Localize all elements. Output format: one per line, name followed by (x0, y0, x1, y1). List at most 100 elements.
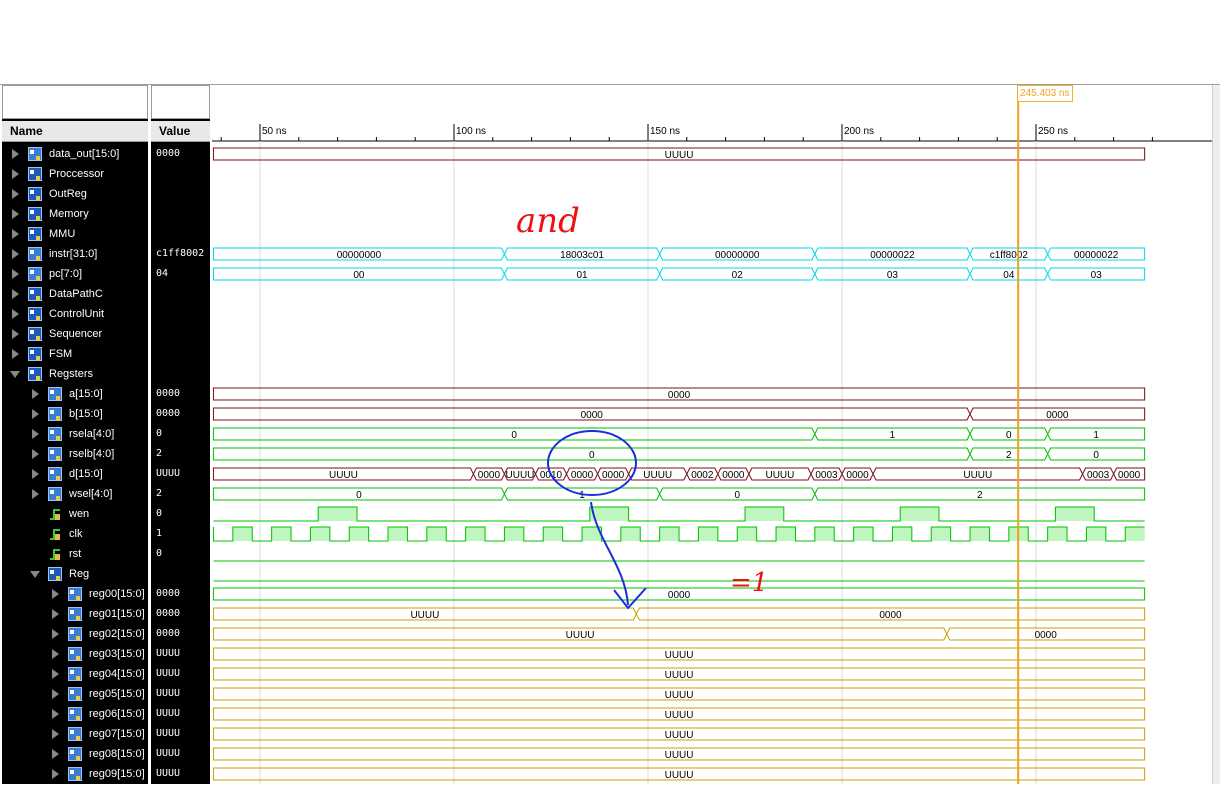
name-column-header[interactable]: Name (2, 121, 148, 142)
value-column-header[interactable]: Value (151, 121, 210, 142)
signal-name[interactable]: Proccessor (49, 164, 104, 184)
clk-high-fill (737, 527, 757, 541)
bus-value-label: 00 (353, 270, 365, 281)
clk-high-fill (426, 527, 447, 541)
expand-arrow-icon[interactable] (32, 469, 39, 479)
expand-arrow-icon[interactable] (32, 449, 39, 459)
clk-high-fill (271, 527, 292, 541)
signal-name[interactable]: FSM (49, 344, 72, 364)
clk-high-fill (1086, 527, 1106, 541)
signal-name[interactable]: a[15:0] (69, 384, 103, 404)
expand-arrow-icon[interactable] (12, 269, 19, 279)
signal-name[interactable]: instr[31:0] (49, 244, 97, 264)
signal-name[interactable]: reg06[15:0] (89, 704, 145, 724)
signal-name[interactable]: MMU (49, 224, 75, 244)
expand-arrow-icon[interactable] (12, 309, 19, 319)
ruler-tick-label: 50 ns (262, 126, 286, 137)
cursor-time-label[interactable]: 245.403 ns (1017, 85, 1073, 102)
expand-arrow-icon[interactable] (12, 329, 19, 339)
signal-name[interactable]: ControlUnit (49, 304, 104, 324)
vertical-scrollbar[interactable] (1212, 85, 1220, 784)
expand-arrow-icon[interactable] (32, 409, 39, 419)
signal-name[interactable]: reg02[15:0] (89, 624, 145, 644)
signal-name[interactable]: data_out[15:0] (49, 144, 119, 164)
expand-arrow-icon[interactable] (52, 769, 59, 779)
signal-name-panel[interactable]: Name data_out[15:0] Proccessor OutReg Memor… (2, 85, 148, 784)
signal-name[interactable]: rsela[4:0] (69, 424, 114, 444)
expand-arrow-icon[interactable] (52, 749, 59, 759)
clk-high-fill (931, 527, 951, 541)
signal-name[interactable]: b[15:0] (69, 404, 103, 424)
expand-arrow-icon[interactable] (12, 169, 19, 179)
signal-value: UUUU (156, 468, 181, 479)
signal-name[interactable]: wen (69, 504, 89, 524)
bus-value-label: 03 (887, 270, 899, 281)
expand-arrow-icon[interactable] (52, 689, 59, 699)
expand-arrow-icon[interactable] (52, 629, 59, 639)
bus-value-label: 0 (589, 450, 595, 461)
signal-name[interactable]: reg01[15:0] (89, 604, 145, 624)
signal-name[interactable]: clk (69, 524, 82, 544)
collapse-arrow-icon[interactable] (30, 571, 40, 578)
expand-arrow-icon[interactable] (52, 609, 59, 619)
bus-value-label: 0 (511, 430, 517, 441)
collapse-arrow-icon[interactable] (10, 371, 20, 378)
signal-name[interactable]: rselb[4:0] (69, 444, 114, 464)
signal-name[interactable]: reg04[15:0] (89, 664, 145, 684)
expand-arrow-icon[interactable] (32, 489, 39, 499)
signal-name[interactable]: d[15:0] (69, 464, 103, 484)
signal-value: 0000 (156, 388, 181, 399)
bus-value-label: 00000000 (337, 250, 382, 261)
signal-name[interactable]: Regsters (49, 364, 93, 384)
signal-value: 1 (156, 528, 163, 539)
expand-arrow-icon[interactable] (12, 249, 19, 259)
bus-value-label: 0000 (478, 470, 501, 481)
signal-value: 04 (156, 268, 169, 279)
signal-name[interactable]: reg08[15:0] (89, 744, 145, 764)
expand-arrow-icon[interactable] (52, 589, 59, 599)
bus-value-label: 0 (734, 490, 740, 501)
group-icon (48, 567, 62, 581)
signal-name[interactable]: Memory (49, 204, 89, 224)
wen-high-fill (745, 507, 784, 521)
signal-name[interactable]: rst (69, 544, 81, 564)
expand-arrow-icon[interactable] (32, 389, 39, 399)
signal-name[interactable]: reg03[15:0] (89, 644, 145, 664)
waveform-pane[interactable]: 50 ns 100 ns 150 ns 200 ns 250 ns UUUU 0000000… (212, 85, 1212, 784)
bus-icon (68, 587, 82, 601)
bus-value-label: 18003c01 (560, 250, 604, 261)
signal-value: 0000 (156, 628, 181, 639)
expand-arrow-icon[interactable] (52, 709, 59, 719)
bus-value-label: UUUU (665, 690, 694, 701)
signal-name[interactable]: wsel[4:0] (69, 484, 112, 504)
expand-arrow-icon[interactable] (12, 189, 19, 199)
clk-high-fill (698, 527, 718, 541)
signal-name[interactable]: reg07[15:0] (89, 724, 145, 744)
expand-arrow-icon[interactable] (12, 289, 19, 299)
signal-name[interactable]: OutReg (49, 184, 87, 204)
waveform-canvas[interactable]: 50 ns 100 ns 150 ns 200 ns 250 nsUUUU0000000… (212, 85, 1212, 784)
signal-name[interactable]: reg09[15:0] (89, 764, 145, 784)
expand-arrow-icon[interactable] (12, 209, 19, 219)
bus-icon (48, 427, 62, 441)
signal-name[interactable]: pc[7:0] (49, 264, 82, 284)
expand-arrow-icon[interactable] (12, 149, 19, 159)
expand-arrow-icon[interactable] (52, 729, 59, 739)
signal-name[interactable]: Reg (69, 564, 89, 584)
signal-name[interactable]: reg05[15:0] (89, 684, 145, 704)
expand-arrow-icon[interactable] (52, 649, 59, 659)
bus-value-label: UUUU (765, 470, 794, 481)
group-icon (28, 307, 42, 321)
signal-name[interactable]: Sequencer (49, 324, 102, 344)
expand-arrow-icon[interactable] (12, 229, 19, 239)
wen-high-fill (1055, 507, 1095, 521)
signal-value: 2 (156, 488, 163, 499)
signal-name[interactable]: reg00[15:0] (89, 584, 145, 604)
signal-name[interactable]: DataPathC (49, 284, 103, 304)
bus-value-label: UUUU (410, 610, 439, 621)
bus-value-label: 0000 (1046, 410, 1069, 421)
bus-icon (68, 767, 82, 781)
expand-arrow-icon[interactable] (12, 349, 19, 359)
expand-arrow-icon[interactable] (52, 669, 59, 679)
expand-arrow-icon[interactable] (32, 429, 39, 439)
